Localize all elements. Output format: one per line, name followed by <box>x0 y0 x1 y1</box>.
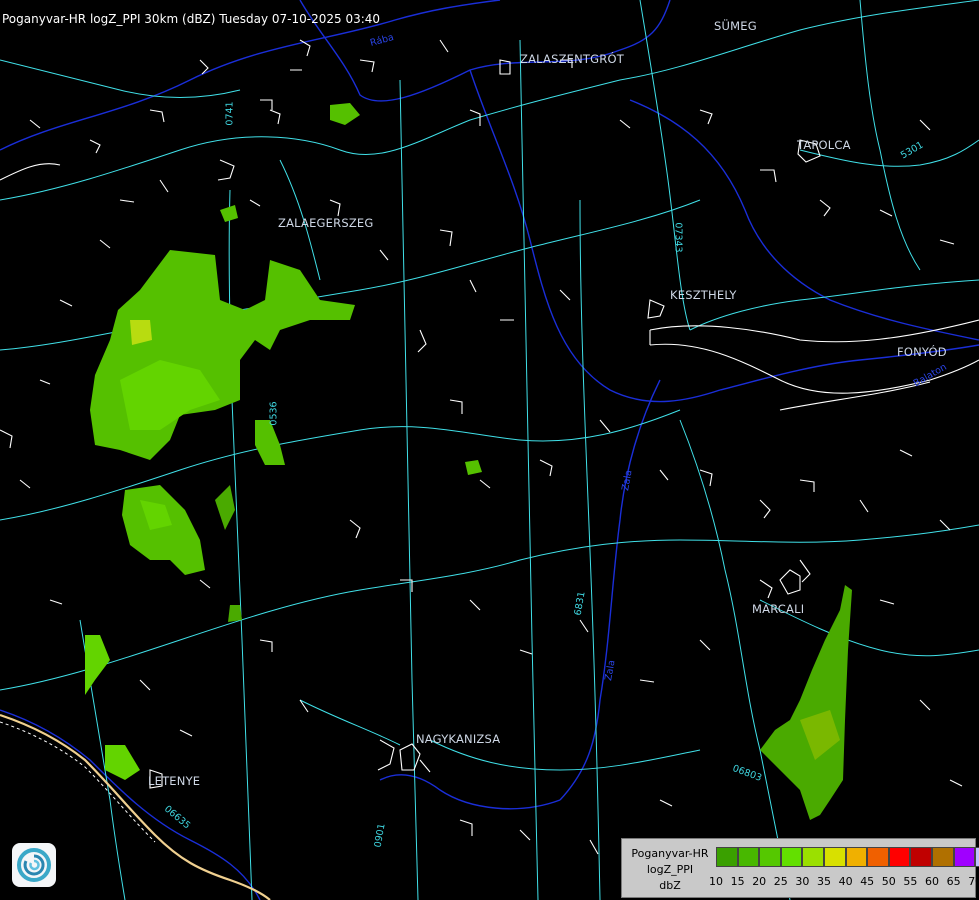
radar-map[interactable] <box>0 0 979 900</box>
legend-tick-label: 10 <box>709 875 723 888</box>
legend-swatch <box>910 847 932 867</box>
road-label: 0536 <box>268 401 280 426</box>
town-label-zalaszentgrot: ZALASZENTGRÓT <box>520 52 624 66</box>
color-scale-legend: Poganyvar-HR logZ_PPI dbZ 10 15 20 25 30 35 40… <box>621 838 979 898</box>
legend-tick-label: 40 <box>838 875 853 888</box>
town-label-sumeg: SÜMEG <box>714 19 757 33</box>
legend-tick-label: 50 <box>881 875 896 888</box>
legend-tick-label: 60 <box>925 875 939 888</box>
legend-tick-label: 70 <box>968 875 979 888</box>
legend-tick-label: 55 <box>903 875 918 888</box>
legend-tick-label: 30 <box>795 875 810 888</box>
radar-service-logo-icon <box>12 843 56 887</box>
legend-swatch <box>953 847 976 867</box>
legend-swatch <box>932 847 954 867</box>
town-label-letenye: LETENYE <box>148 774 201 788</box>
legend-swatch <box>975 847 979 867</box>
legend-swatch <box>737 847 760 867</box>
legend-tick-label: 45 <box>860 875 875 888</box>
town-label-nagykanizsa: NAGYKANIZSA <box>416 732 501 746</box>
town-label-marcali: MARCALI <box>752 602 805 616</box>
legend-tick-label: 20 <box>752 875 767 888</box>
town-label-zalaegerszeg: ZALAEGERSZEG <box>278 216 374 230</box>
radar-echoes <box>85 103 852 820</box>
road-label: 07343 <box>672 222 684 253</box>
legend-tick-label: 65 <box>946 875 961 888</box>
town-label-fonyod: FONYÓD <box>897 345 947 359</box>
legend-swatch <box>716 847 738 867</box>
legend-title-line: dbZ <box>659 879 681 892</box>
echo-cell-marcali <box>760 585 852 820</box>
legend-title-line: logZ_PPI <box>646 863 694 876</box>
legend-tick-label: 35 <box>817 875 831 888</box>
legend-tick-label: 15 <box>730 875 745 888</box>
legend-tick-label: 25 <box>773 875 788 888</box>
legend-swatch <box>759 847 781 867</box>
map-title: Poganyvar-HR logZ_PPI 30km (dBZ) Tuesday… <box>2 12 381 26</box>
legend-swatch <box>845 847 868 867</box>
legend-swatch <box>888 847 911 867</box>
legend-swatch <box>824 847 846 867</box>
echo-cell-west <box>122 485 205 575</box>
legend-swatch <box>802 847 824 867</box>
town-label-keszthely: KESZTHELY <box>670 288 737 302</box>
road-label: 0741 <box>224 101 236 126</box>
town-label-tapolca: TAPOLCA <box>797 138 851 152</box>
legend-swatch <box>780 847 803 867</box>
legend-title-line: Poganyvar-HR <box>631 847 709 860</box>
legend-swatch <box>867 847 889 867</box>
